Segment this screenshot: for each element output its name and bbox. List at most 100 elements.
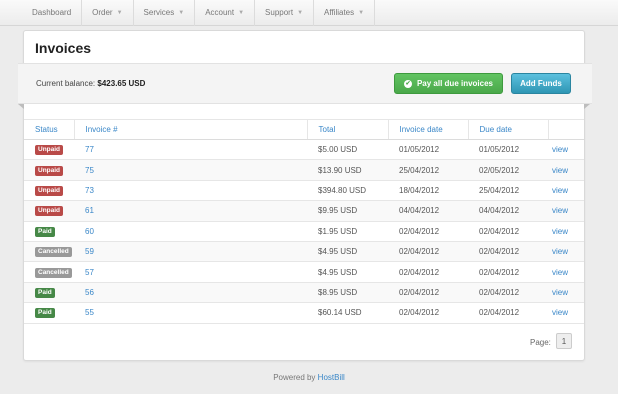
page-title: Invoices xyxy=(35,40,92,56)
table-row: Paid 55 $60.14 USD 02/04/2012 02/04/2012 view xyxy=(24,302,584,324)
status-cell: Paid xyxy=(24,302,74,324)
table-row: Cancelled 57 $4.95 USD 02/04/2012 02/04/2012… xyxy=(24,261,584,283)
invoice-number-link[interactable]: 75 xyxy=(74,159,307,181)
nav-item-label: Account xyxy=(205,8,235,17)
invoice-total: $13.90 USD xyxy=(307,159,388,181)
status-badge: Cancelled xyxy=(35,267,72,278)
add-funds-label: Add Funds xyxy=(520,79,562,88)
due-date: 02/04/2012 xyxy=(468,282,548,304)
chevron-down-icon: ▼ xyxy=(178,9,185,16)
status-cell: Unpaid xyxy=(24,200,74,222)
column-header-invoice-date[interactable]: Invoice date xyxy=(388,119,469,140)
view-link[interactable]: view xyxy=(548,302,584,324)
status-cell: Unpaid xyxy=(24,159,74,181)
invoice-total: $4.95 USD xyxy=(307,261,388,283)
invoice-total: $5.00 USD xyxy=(307,139,388,161)
table-row: Cancelled 59 $4.95 USD 02/04/2012 02/04/2012… xyxy=(24,241,584,263)
chevron-down-icon: ▼ xyxy=(297,9,304,16)
page-1-button[interactable]: 1 xyxy=(556,333,572,349)
invoice-number-link[interactable]: 59 xyxy=(74,241,307,263)
balance-value: $423.65 USD xyxy=(97,79,146,88)
invoice-number-link[interactable]: 56 xyxy=(74,282,307,304)
table-header-row: Status Invoice # Total Invoice date Due … xyxy=(24,119,584,140)
nav-item-services[interactable]: Services ▼ xyxy=(134,0,196,26)
nav-item-account[interactable]: Account ▼ xyxy=(195,0,256,26)
table-row: Unpaid 61 $9.95 USD 04/04/2012 04/04/2012 vie… xyxy=(24,200,584,222)
status-badge: Paid xyxy=(35,287,55,298)
invoice-total: $1.95 USD xyxy=(307,221,388,242)
nav-item-label: Dashboard xyxy=(32,8,72,17)
status-badge: Paid xyxy=(35,226,55,237)
view-link[interactable]: view xyxy=(548,139,584,161)
status-cell: Cancelled xyxy=(24,241,74,263)
invoice-date: 02/04/2012 xyxy=(388,221,468,242)
invoice-date: 04/04/2012 xyxy=(388,200,468,222)
view-link[interactable]: view xyxy=(548,159,584,181)
pay-button-label: Pay all due invoices xyxy=(416,79,494,88)
due-date: 04/04/2012 xyxy=(468,200,548,222)
invoice-number-link[interactable]: 73 xyxy=(74,180,307,202)
add-funds-button[interactable]: Add Funds xyxy=(511,73,571,94)
table-row: Unpaid 75 $13.90 USD 25/04/2012 02/05/2012 vi… xyxy=(24,159,584,181)
hostbill-link[interactable]: HostBill xyxy=(318,373,345,382)
footer: Powered by HostBill xyxy=(0,373,618,382)
ribbon-corner-left xyxy=(18,104,24,109)
chevron-down-icon: ▼ xyxy=(238,9,245,16)
nav-item-label: Affiliates xyxy=(324,8,355,17)
current-balance: Current balance: $423.65 USD xyxy=(36,79,145,88)
nav-item-support[interactable]: Support ▼ xyxy=(255,0,315,26)
check-circle-icon: ✔ xyxy=(403,79,412,88)
table-row: Unpaid 77 $5.00 USD 01/05/2012 01/05/2012 vie… xyxy=(24,139,584,161)
nav-item-label: Services xyxy=(143,8,175,17)
invoice-number-link[interactable]: 57 xyxy=(74,261,307,283)
status-badge: Unpaid xyxy=(35,185,64,196)
invoice-date: 02/04/2012 xyxy=(388,261,468,283)
column-header-invoice-number[interactable]: Invoice # xyxy=(74,119,308,140)
invoice-number-link[interactable]: 77 xyxy=(74,139,307,161)
invoice-number-link[interactable]: 61 xyxy=(74,200,307,222)
invoice-date: 02/04/2012 xyxy=(388,241,468,263)
top-navigation: Dashboard Order ▼ Services ▼ Account ▼ Support ▼… xyxy=(0,0,618,26)
invoice-date: 18/04/2012 xyxy=(388,180,468,202)
due-date: 01/05/2012 xyxy=(468,139,548,161)
invoices-panel: Invoices Current balance: $423.65 USD ✔ … xyxy=(18,30,592,361)
table-row: Paid 60 $1.95 USD 02/04/2012 02/04/2012 view xyxy=(24,221,584,242)
status-badge: Unpaid xyxy=(35,165,64,176)
column-header-total[interactable]: Total xyxy=(307,119,389,140)
powered-by-text: Powered by xyxy=(273,373,316,382)
invoices-table: Status Invoice # Total Invoice date Due … xyxy=(24,119,584,324)
table-row: Unpaid 73 $394.80 USD 18/04/2012 25/04/2012 v… xyxy=(24,180,584,202)
balance-bar: Current balance: $423.65 USD ✔ Pay all d… xyxy=(18,63,592,104)
nav-item-affiliates[interactable]: Affiliates ▼ xyxy=(314,0,376,26)
invoice-number-link[interactable]: 60 xyxy=(74,221,307,242)
nav-item-dashboard[interactable]: Dashboard xyxy=(22,0,83,26)
invoice-date: 01/05/2012 xyxy=(388,139,468,161)
view-link[interactable]: view xyxy=(548,241,584,263)
view-link[interactable]: view xyxy=(548,221,584,242)
invoice-total: $9.95 USD xyxy=(307,200,388,222)
balance-label: Current balance: xyxy=(36,79,96,88)
invoice-total: $4.95 USD xyxy=(307,241,388,263)
view-link[interactable]: view xyxy=(548,200,584,222)
column-header-due-date[interactable]: Due date xyxy=(468,119,549,140)
invoice-date: 25/04/2012 xyxy=(388,159,468,181)
status-badge: Cancelled xyxy=(35,247,72,258)
due-date: 02/04/2012 xyxy=(468,302,548,324)
column-header-actions xyxy=(548,119,584,140)
ribbon-corner-right xyxy=(584,104,590,109)
view-link[interactable]: view xyxy=(548,261,584,283)
nav-item-label: Support xyxy=(265,8,294,17)
pager-label: Page: xyxy=(530,338,551,347)
status-badge: Paid xyxy=(35,308,55,319)
view-link[interactable]: view xyxy=(548,282,584,304)
invoice-total: $394.80 USD xyxy=(307,180,388,202)
invoice-number-link[interactable]: 55 xyxy=(74,302,307,324)
invoice-date: 02/04/2012 xyxy=(388,282,468,304)
chevron-down-icon: ▼ xyxy=(116,9,123,16)
column-header-status[interactable]: Status xyxy=(24,119,75,140)
nav-item-order[interactable]: Order ▼ xyxy=(82,0,134,26)
pay-all-due-invoices-button[interactable]: ✔ Pay all due invoices xyxy=(394,73,503,94)
view-link[interactable]: view xyxy=(548,180,584,202)
due-date: 02/04/2012 xyxy=(468,221,548,242)
table-row: Paid 56 $8.95 USD 02/04/2012 02/04/2012 view xyxy=(24,282,584,304)
